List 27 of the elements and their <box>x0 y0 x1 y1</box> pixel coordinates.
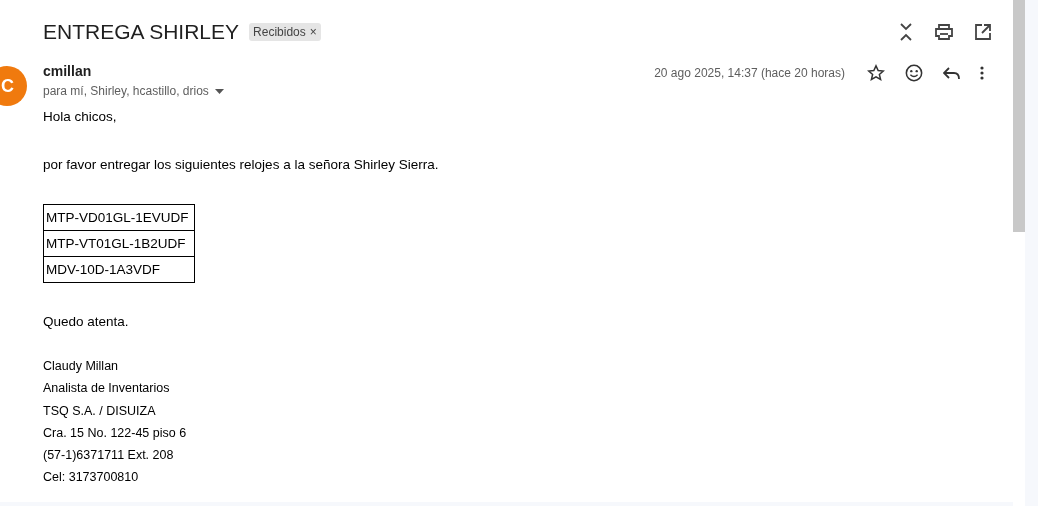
collapse-icon[interactable] <box>899 23 913 41</box>
table-cell: MDV-10D-1A3VDF <box>43 256 195 283</box>
greeting-text: Hola chicos, <box>43 108 118 126</box>
email-subject: ENTREGA SHIRLEY <box>43 20 240 44</box>
signature-line: Analista de Inventarios <box>43 380 171 398</box>
scrollbar-thumb[interactable] <box>1013 0 1025 232</box>
signature-line: TSQ S.A. / DISUIZA <box>43 402 157 420</box>
dropdown-caret-icon[interactable] <box>214 88 224 94</box>
signature-line: Claudy Millan <box>43 358 120 375</box>
table-cell: MTP-VT01GL-1B2UDF <box>43 230 195 257</box>
recipients-text: para mí, Shirley, hcastillo, drios <box>43 84 209 98</box>
signature-line: Cel: 3173700810 <box>43 469 140 487</box>
more-options-icon[interactable] <box>980 66 984 80</box>
signature-line: (57-1)6371711 Ext. 208 <box>43 447 175 465</box>
sender-name: cmillan <box>43 63 93 79</box>
message-date: 20 ago 2025, 14:37 (hace 20 horas) <box>654 66 845 80</box>
reply-icon[interactable] <box>943 66 960 80</box>
signature-line: Cra. 15 No. 122-45 piso 6 <box>43 424 188 442</box>
emoji-icon[interactable] <box>905 64 923 82</box>
avatar: C <box>0 66 27 106</box>
table-cell: MTP-VD01GL-1EVUDF <box>43 204 195 231</box>
label-chip[interactable]: Recibidos × <box>249 23 321 41</box>
star-icon[interactable] <box>867 64 885 82</box>
print-icon[interactable] <box>935 24 953 40</box>
body-paragraph: por favor entregar los siguientes relojes a la señora Shirley Sierra. <box>43 156 440 174</box>
closing-text: Quedo atenta. <box>43 313 130 331</box>
open-external-icon[interactable] <box>975 24 991 40</box>
